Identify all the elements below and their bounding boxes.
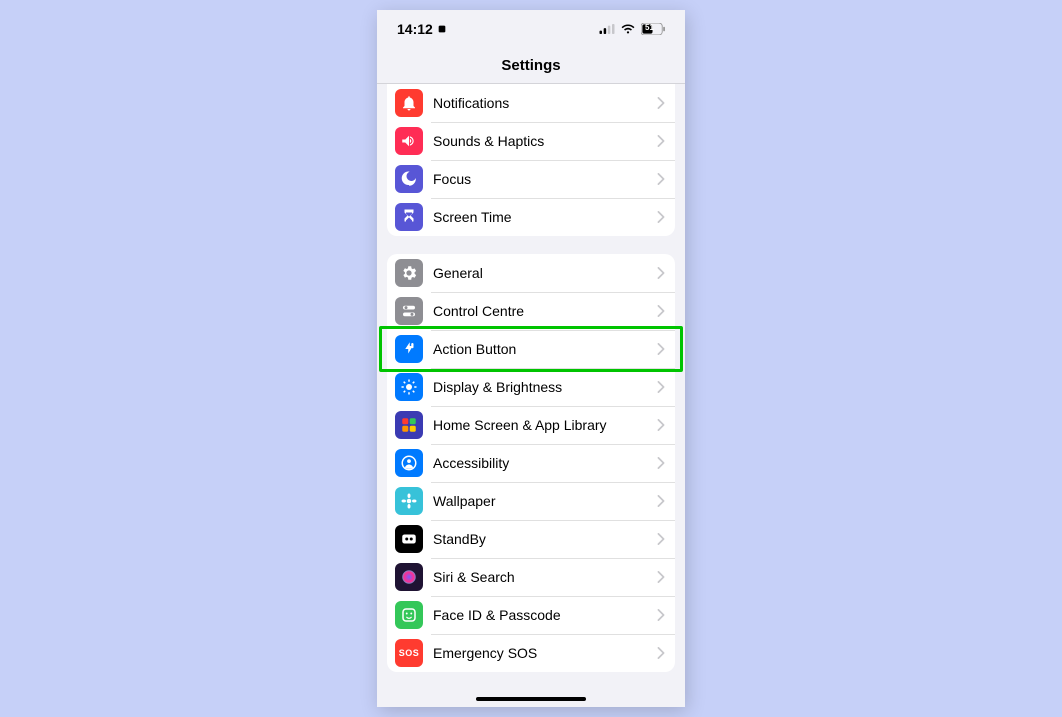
speaker-icon	[395, 127, 423, 155]
flower-icon	[395, 487, 423, 515]
action-icon	[395, 335, 423, 363]
settings-row-faceid[interactable]: Face ID & Passcode	[387, 596, 675, 634]
location-icon	[437, 24, 447, 34]
moon-icon	[395, 165, 423, 193]
chevron-right-icon	[657, 211, 665, 223]
grid-icon	[395, 411, 423, 439]
sos-icon: SOS	[395, 639, 423, 667]
row-label: Accessibility	[433, 455, 657, 471]
row-label: General	[433, 265, 657, 281]
chevron-right-icon	[657, 609, 665, 621]
status-right: 51	[599, 23, 665, 35]
settings-row-sos[interactable]: SOS Emergency SOS	[387, 634, 675, 672]
chevron-right-icon	[657, 571, 665, 583]
settings-row-siri[interactable]: Siri & Search	[387, 558, 675, 596]
settings-row-general[interactable]: General	[387, 254, 675, 292]
face-icon	[395, 601, 423, 629]
row-label: Home Screen & App Library	[433, 417, 657, 433]
settings-row-action-button[interactable]: Action Button	[387, 330, 675, 368]
battery-icon: 51	[641, 23, 665, 35]
chevron-right-icon	[657, 495, 665, 507]
standby-icon	[395, 525, 423, 553]
settings-row-notifications[interactable]: Notifications	[387, 84, 675, 122]
settings-list[interactable]: Notifications Sounds & Haptics Focus Screen…	[377, 84, 685, 707]
chevron-right-icon	[657, 267, 665, 279]
settings-group-group-a: Notifications Sounds & Haptics Focus Screen…	[387, 84, 675, 236]
device-frame: 14:12	[377, 10, 685, 707]
chevron-right-icon	[657, 533, 665, 545]
person-icon	[395, 449, 423, 477]
settings-row-sounds-haptics[interactable]: Sounds & Haptics	[387, 122, 675, 160]
chevron-right-icon	[657, 343, 665, 355]
chevron-right-icon	[657, 419, 665, 431]
settings-row-screen-time[interactable]: Screen Time	[387, 198, 675, 236]
bell-icon	[395, 89, 423, 117]
settings-row-standby[interactable]: StandBy	[387, 520, 675, 558]
chevron-right-icon	[657, 173, 665, 185]
row-label: Face ID & Passcode	[433, 607, 657, 623]
gear-icon	[395, 259, 423, 287]
page-title: Settings	[501, 57, 560, 74]
settings-row-focus[interactable]: Focus	[387, 160, 675, 198]
row-label: Sounds & Haptics	[433, 133, 657, 149]
sun-icon	[395, 373, 423, 401]
row-label: Siri & Search	[433, 569, 657, 585]
row-label: Wallpaper	[433, 493, 657, 509]
status-bar: 14:12	[377, 10, 685, 48]
siri-icon	[395, 563, 423, 591]
chevron-right-icon	[657, 457, 665, 469]
wifi-icon	[621, 24, 635, 34]
settings-row-home-screen[interactable]: Home Screen & App Library	[387, 406, 675, 444]
row-label: Notifications	[433, 95, 657, 111]
chevron-right-icon	[657, 305, 665, 317]
row-label: Control Centre	[433, 303, 657, 319]
settings-group-group-b: General Control Centre Action Button Displa…	[387, 254, 675, 672]
chevron-right-icon	[657, 135, 665, 147]
status-left: 14:12	[397, 21, 447, 37]
status-time: 14:12	[397, 21, 433, 37]
cellular-icon	[599, 24, 615, 34]
row-label: StandBy	[433, 531, 657, 547]
chevron-right-icon	[657, 381, 665, 393]
row-label: Action Button	[433, 341, 657, 357]
home-indicator[interactable]	[476, 697, 586, 701]
settings-row-control-centre[interactable]: Control Centre	[387, 292, 675, 330]
battery-percent: 51	[645, 23, 654, 32]
settings-row-display[interactable]: Display & Brightness	[387, 368, 675, 406]
hourglass-icon	[395, 203, 423, 231]
row-label: Emergency SOS	[433, 645, 657, 661]
row-label: Display & Brightness	[433, 379, 657, 395]
nav-title: Settings	[377, 48, 685, 84]
toggles-icon	[395, 297, 423, 325]
row-label: Focus	[433, 171, 657, 187]
settings-row-wallpaper[interactable]: Wallpaper	[387, 482, 675, 520]
settings-row-accessibility[interactable]: Accessibility	[387, 444, 675, 482]
row-label: Screen Time	[433, 209, 657, 225]
chevron-right-icon	[657, 97, 665, 109]
chevron-right-icon	[657, 647, 665, 659]
